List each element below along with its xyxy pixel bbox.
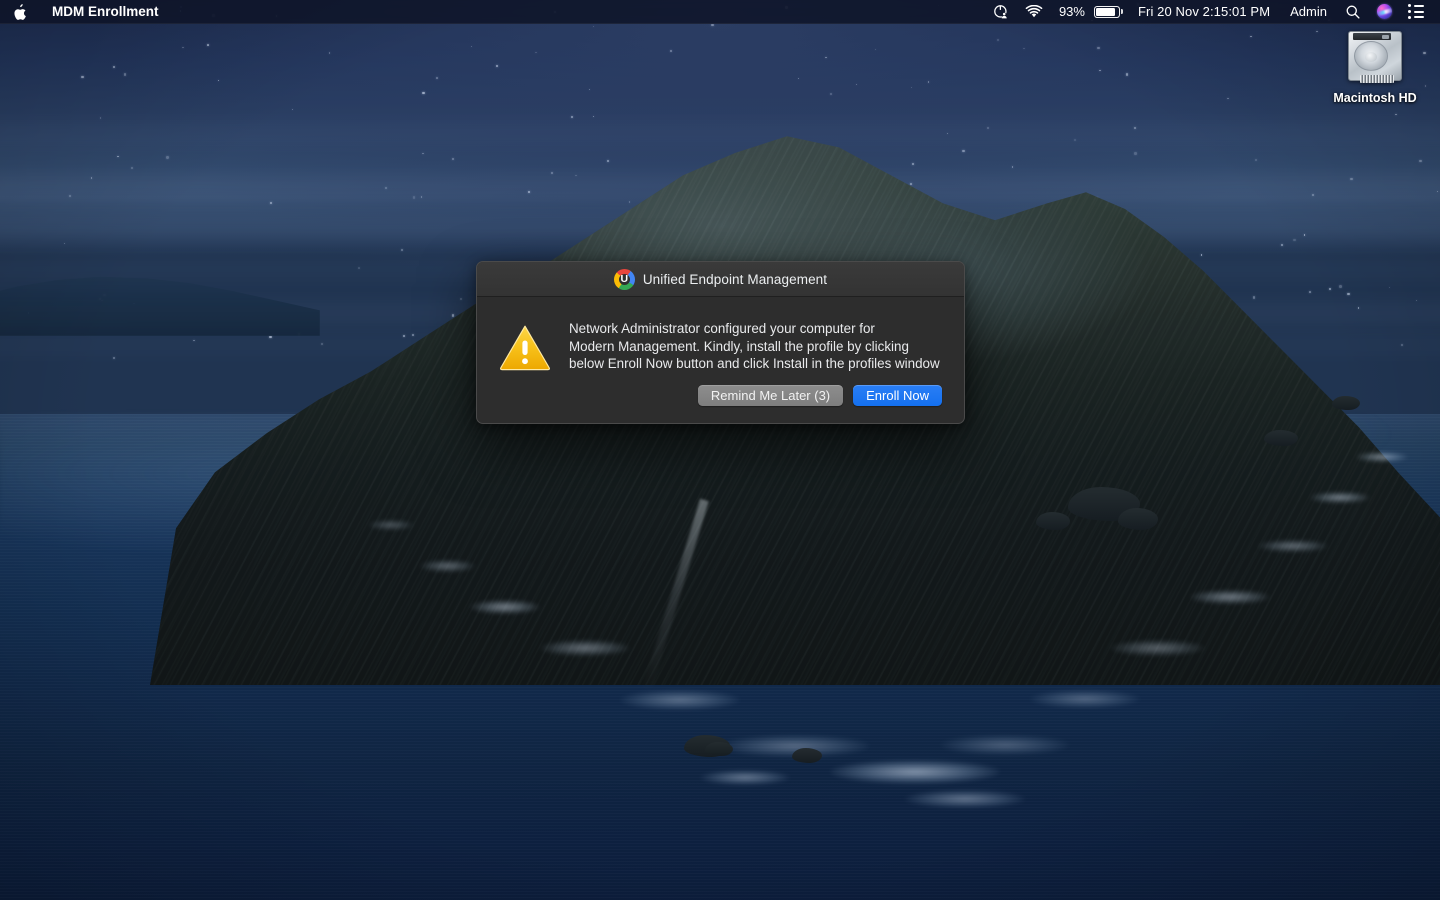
dialog-title: Unified Endpoint Management (643, 272, 827, 287)
warning-triangle-icon (499, 323, 551, 371)
desktop-icon-macintosh-hd[interactable]: Macintosh HD (1327, 26, 1423, 105)
battery-percent-label: 93% (1059, 4, 1090, 19)
dialog-actions: Remind Me Later (3) Enroll Now (477, 385, 964, 423)
menu-bar-app-title[interactable]: MDM Enrollment (40, 0, 171, 23)
battery-status[interactable]: 93% (1051, 0, 1128, 23)
search-icon[interactable] (1337, 0, 1369, 23)
mdm-enrollment-dialog[interactable]: U Unified Endpoint Management (476, 261, 965, 424)
battery-icon (1094, 6, 1120, 18)
screen-sharing-icon[interactable] (985, 0, 1017, 23)
control-center-icon[interactable] (1400, 0, 1432, 23)
dialog-body: Network Administrator configured your co… (477, 297, 964, 385)
dialog-message-line-1: Network Administrator configured your co… (569, 320, 940, 338)
dialog-message-line-3: below Enroll Now button and click Instal… (569, 355, 940, 373)
remind-me-later-button[interactable]: Remind Me Later (3) (698, 385, 843, 406)
menu-bar[interactable]: MDM Enrollment 93% (0, 0, 1440, 24)
menu-bar-left: MDM Enrollment (0, 0, 171, 23)
menu-bar-status-area: 93% Fri 20 Nov 2:15:01 PM Admin (985, 0, 1440, 23)
menu-bar-clock[interactable]: Fri 20 Nov 2:15:01 PM (1128, 0, 1280, 23)
dialog-message: Network Administrator configured your co… (569, 319, 940, 373)
siri-icon[interactable] (1369, 0, 1400, 23)
unified-endpoint-management-icon: U (614, 269, 635, 290)
menu-bar-user[interactable]: Admin (1280, 0, 1337, 23)
enroll-now-button[interactable]: Enroll Now (853, 385, 942, 406)
desktop[interactable] (0, 0, 1440, 900)
dialog-titlebar: U Unified Endpoint Management (477, 262, 964, 297)
wifi-icon[interactable] (1017, 0, 1051, 23)
desktop-icon-label: Macintosh HD (1333, 91, 1416, 105)
dialog-message-line-2: Modern Management. Kindly, install the p… (569, 338, 940, 356)
macintosh-hd-icon (1344, 26, 1406, 88)
apple-logo-icon[interactable] (0, 0, 40, 23)
